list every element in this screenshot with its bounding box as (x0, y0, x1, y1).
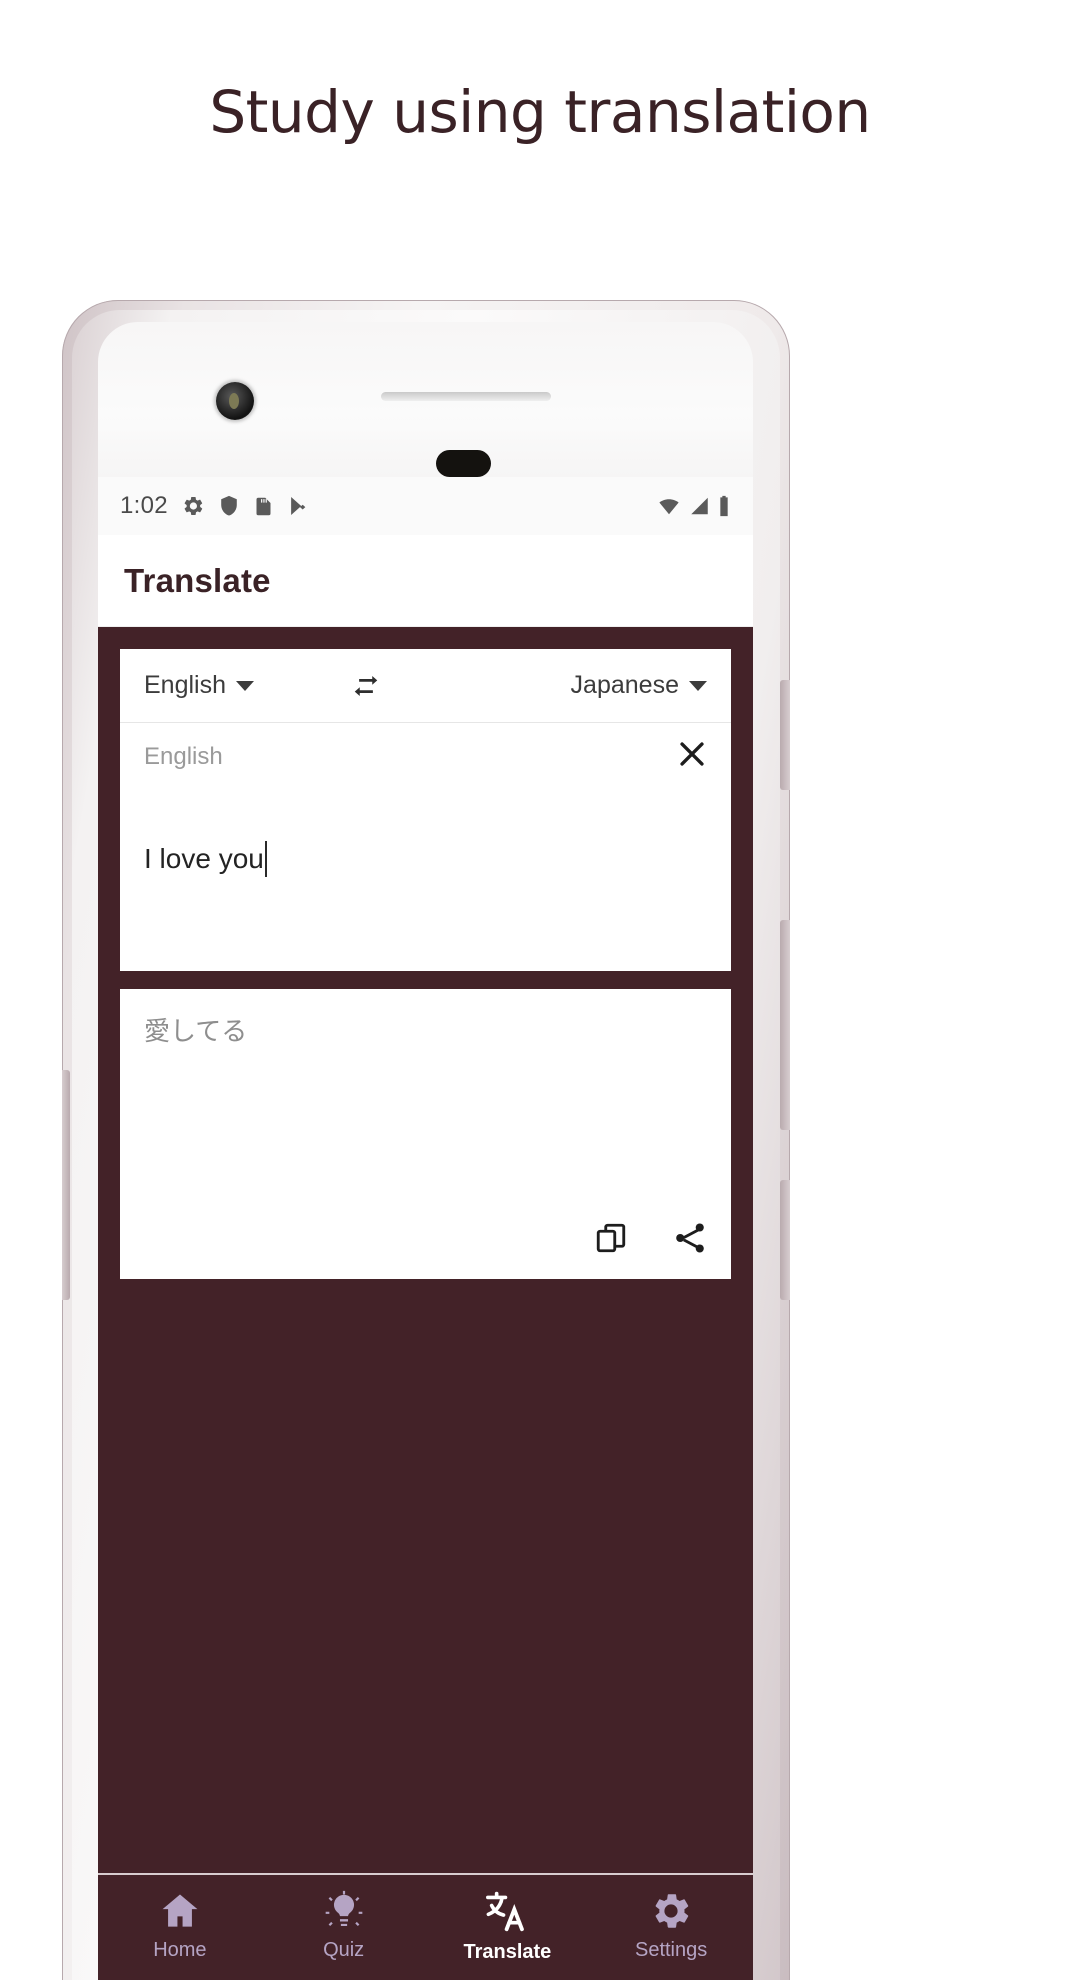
clear-text-button[interactable] (675, 737, 709, 776)
status-bar: 1:02 (98, 477, 753, 535)
nav-item-translate[interactable]: Translate (426, 1889, 590, 1964)
swap-languages-button[interactable] (348, 671, 384, 701)
nav-label-settings: Settings (634, 1939, 708, 1961)
text-cursor (264, 841, 267, 877)
shield-icon (221, 495, 237, 516)
swap-horizontal-icon (354, 675, 377, 696)
status-bar-left: 1:02 (120, 492, 309, 520)
nav-label-translate: Translate (463, 1941, 552, 1963)
language-selector-row: English Japanese (120, 649, 731, 723)
gear-icon (184, 497, 203, 516)
share-button[interactable] (671, 1220, 709, 1261)
translate-screen: English Japanese English I love you 愛してる… (98, 627, 753, 1980)
target-language-dropdown[interactable]: Japanese (571, 671, 707, 700)
phone-top-bezel (98, 322, 753, 477)
bottom-navigation: Home Quiz Translate Settings (98, 1873, 753, 1980)
page-title: Study using translation (209, 78, 871, 146)
cellular-signal-icon (691, 497, 708, 515)
source-language-label: English (144, 671, 226, 699)
translate-input-card: English Japanese English I love you (120, 649, 731, 971)
left-side-button[interactable] (62, 1070, 70, 1300)
copy-button[interactable] (593, 1220, 629, 1261)
share-icon (676, 1223, 704, 1253)
nav-item-settings[interactable]: Settings (589, 1889, 753, 1962)
nav-item-home[interactable]: Home (98, 1889, 262, 1962)
gear-icon (655, 1894, 689, 1928)
sdcard-icon (256, 497, 271, 515)
chevron-down-icon (236, 680, 254, 691)
translation-output-text: 愛してる (144, 1016, 248, 1046)
play-store-icon (291, 497, 306, 515)
nav-label-quiz: Quiz (323, 1939, 365, 1961)
copy-icon (596, 1223, 626, 1253)
app-bar: Translate (98, 535, 753, 627)
sensor-pill (436, 450, 491, 477)
status-time: 1:02 (120, 492, 168, 519)
output-actions (593, 1220, 709, 1261)
lightbulb-icon (325, 1890, 362, 1927)
poster-page: Study using translation 1:02 Translate E… (0, 0, 1080, 1980)
nav-label-home: Home (153, 1939, 207, 1961)
volume-button[interactable] (780, 920, 790, 1130)
target-language-label: Japanese (570, 671, 679, 699)
phone-mockup: 1:02 Translate English Japanese English … (62, 300, 790, 1980)
nav-item-quiz[interactable]: Quiz (262, 1889, 426, 1962)
side-button-lower[interactable] (780, 1180, 790, 1300)
source-text-value: I love you (144, 843, 264, 874)
status-bar-right (656, 495, 731, 517)
home-icon (162, 1894, 198, 1927)
earpiece-speaker (381, 392, 551, 401)
source-input-label: English (144, 743, 223, 770)
source-text-input[interactable]: I love you (144, 841, 267, 877)
translate-icon (486, 1891, 525, 1932)
close-icon (680, 742, 704, 766)
power-button[interactable] (780, 680, 790, 790)
battery-icon (720, 495, 728, 517)
source-text-area[interactable]: English I love you (120, 723, 731, 971)
phone-screen: 1:02 Translate English Japanese English … (98, 477, 753, 1980)
front-camera-icon (216, 382, 254, 420)
wifi-icon (659, 499, 679, 515)
app-bar-title: Translate (124, 561, 271, 599)
source-language-dropdown[interactable]: English (144, 671, 254, 700)
chevron-down-icon (688, 680, 707, 691)
translation-output-card: 愛してる (120, 989, 731, 1279)
